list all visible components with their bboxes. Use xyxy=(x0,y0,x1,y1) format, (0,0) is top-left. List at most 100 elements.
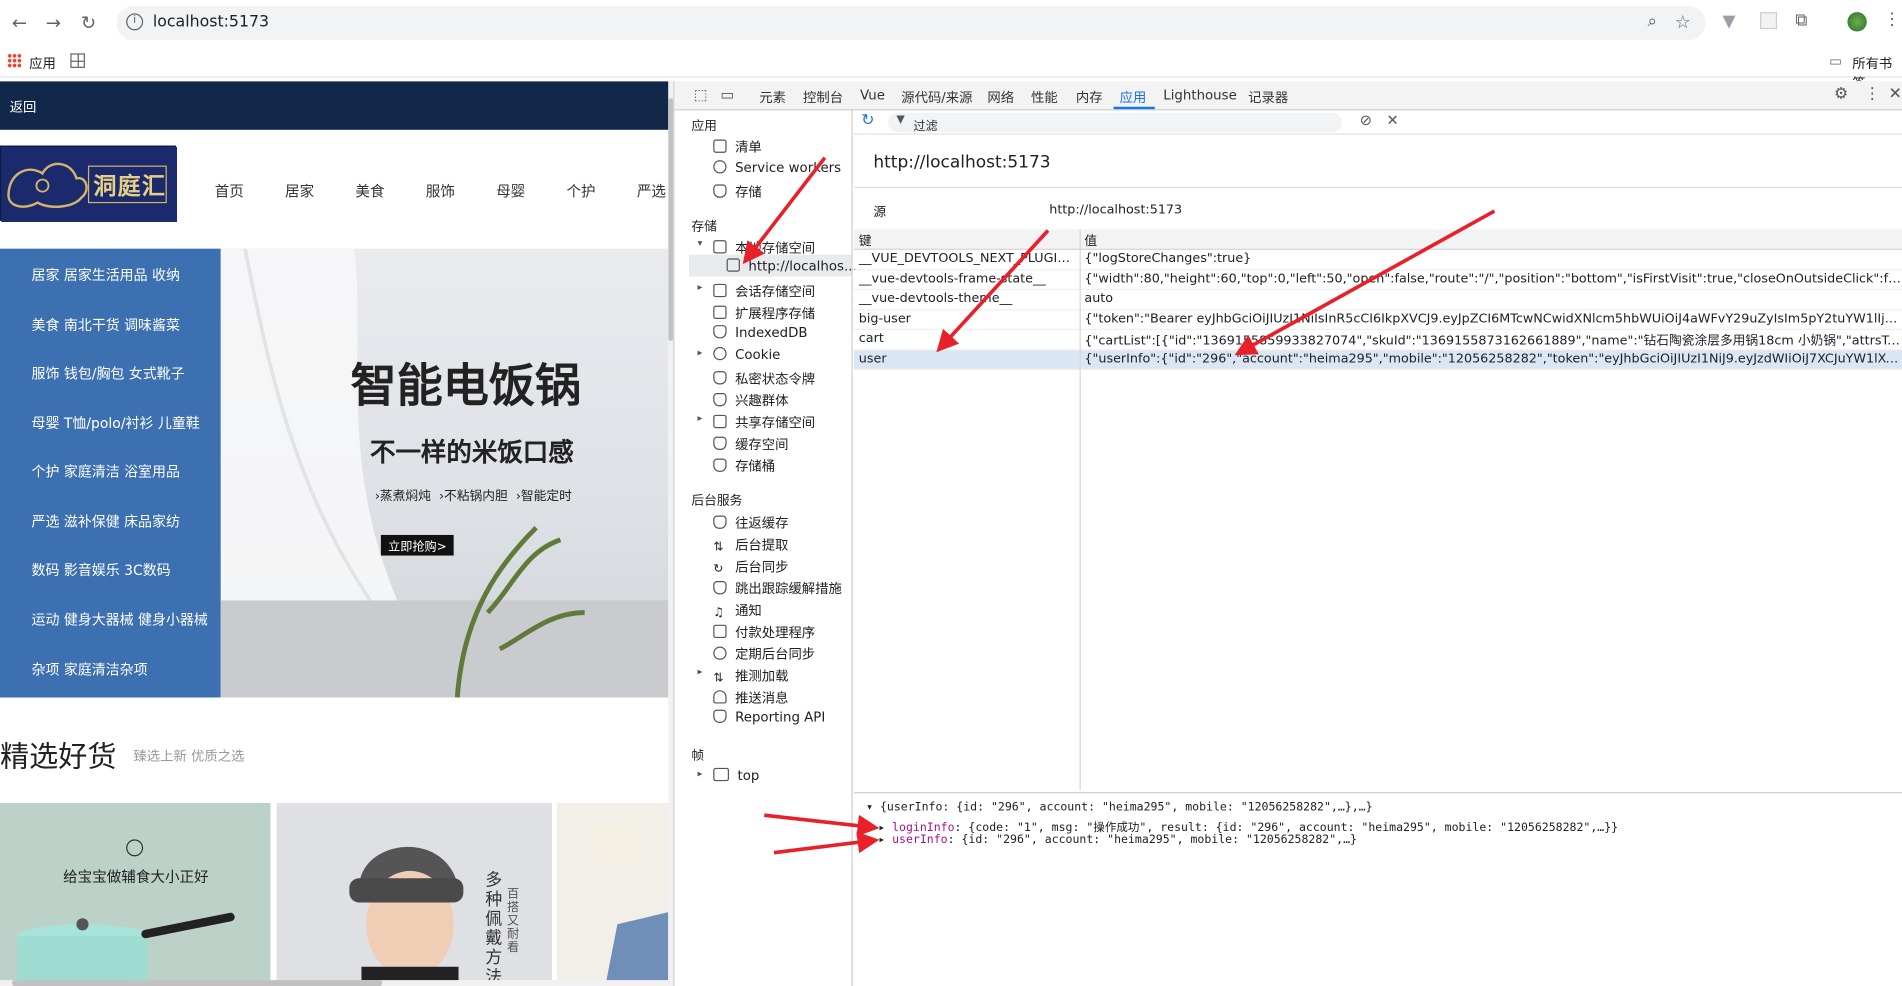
sidebar-item-bfcache[interactable]: 往返缓存 xyxy=(713,513,788,532)
sidebar-item-background-sync[interactable]: ↻ 后台同步 xyxy=(713,557,788,576)
expand-closed-icon[interactable]: ▸ xyxy=(697,666,702,677)
extension-icon-2[interactable] xyxy=(1760,12,1778,30)
sidebar-item-extension-storage[interactable]: 扩展程序存储 xyxy=(713,303,815,322)
category-item[interactable]: 居家 居家生活用品 收纳 xyxy=(32,266,180,285)
product-card[interactable]: 多种佩戴方法 百搭又耐看 xyxy=(276,803,552,986)
sidebar-item-speculative-loads[interactable]: ⇅ 推测加载 xyxy=(713,666,788,685)
sidebar-item-storage[interactable]: 存储 xyxy=(713,182,762,201)
bookmark-star-icon[interactable]: ☆ xyxy=(1675,11,1691,33)
sidebar-item-service-workers[interactable]: Service workers xyxy=(713,160,841,176)
sidebar-item-background-fetch[interactable]: ⇅ 后台提取 xyxy=(713,535,788,554)
category-item[interactable]: 服饰 钱包/胸包 女式靴子 xyxy=(32,364,185,383)
bookmark-apps[interactable]: 应用 xyxy=(29,53,56,72)
column-resizer[interactable] xyxy=(1079,229,1081,790)
clear-all-icon[interactable]: ⊘ xyxy=(1360,112,1372,129)
table-row[interactable]: __vue-devtools-frame-state__ {"width":80,… xyxy=(853,270,1902,290)
inspect-icon[interactable]: ⬚ xyxy=(694,86,708,103)
nav-select[interactable]: 严选 xyxy=(637,181,666,202)
site-logo[interactable]: 洞庭汇 xyxy=(0,145,178,222)
category-item[interactable]: 个护 家庭清洁 浴室用品 xyxy=(32,462,180,481)
expand-closed-icon[interactable]: ▸ xyxy=(697,412,702,423)
category-item[interactable]: 杂项 家庭清洁杂项 xyxy=(32,660,148,679)
sidebar-item-bounce-tracking[interactable]: 跳出跟踪缓解措施 xyxy=(713,579,842,598)
nav-home[interactable]: 首页 xyxy=(215,181,244,202)
preview-userinfo-line[interactable]: ▸ userInfo: {id: "296", account: "heima2… xyxy=(878,833,1357,846)
expand-open-icon[interactable]: ▾ xyxy=(697,238,702,249)
sidebar-item-shared-storage[interactable]: 共享存储空间 xyxy=(713,412,815,431)
expand-closed-icon[interactable]: ▸ xyxy=(697,768,702,779)
sidebar-item-storage-buckets[interactable]: 存储桶 xyxy=(713,456,775,475)
table-row[interactable]: cart {"cartList":[{"id":"1369155859933827… xyxy=(853,330,1902,350)
sidebar-item-reporting-api[interactable]: Reporting API xyxy=(713,709,825,725)
sidebar-item-payment-handler[interactable]: 付款处理程序 xyxy=(713,622,815,641)
settings-gear-icon[interactable]: ⚙ xyxy=(1834,85,1848,103)
tab-application[interactable]: 应用 xyxy=(1120,87,1147,106)
table-row[interactable]: big-user {"token":"Bearer eyJhbGciOiJIUzI… xyxy=(853,310,1902,330)
table-row[interactable]: __vue-devtools-theme__ auto xyxy=(853,290,1902,310)
nav-baby[interactable]: 母婴 xyxy=(496,181,525,202)
site-info-icon[interactable]: i xyxy=(126,13,144,31)
sidebar-item-session-storage[interactable]: 会话存储空间 xyxy=(713,281,815,300)
column-header-key[interactable]: 键 xyxy=(859,232,872,250)
expand-closed-icon[interactable]: ▸ xyxy=(697,281,702,292)
tab-memory[interactable]: 内存 xyxy=(1076,87,1103,106)
tab-console[interactable]: 控制台 xyxy=(803,87,843,106)
extension-icon[interactable]: ▼ xyxy=(1722,12,1735,31)
tab-recorder[interactable]: 记录器 xyxy=(1248,87,1288,106)
sidebar-item-cookie[interactable]: Cookie xyxy=(713,346,780,363)
reload-icon[interactable]: ↻ xyxy=(76,11,100,35)
product-card[interactable] xyxy=(556,803,669,986)
sidebar-item-indexeddb[interactable]: IndexedDB xyxy=(713,325,808,341)
tab-performance[interactable]: 性能 xyxy=(1031,87,1058,106)
sidebar-item-local-storage-origin[interactable]: http://localhos... xyxy=(688,254,857,277)
sidebar-item-frame-top[interactable]: top xyxy=(713,767,759,784)
banner-cta-button[interactable]: 立即抢购> xyxy=(380,534,455,556)
category-item[interactable]: 运动 健身大器械 健身小器械 xyxy=(32,610,208,629)
preview-root-line[interactable]: ▾ {userInfo: {id: "296", account: "heima… xyxy=(866,801,1372,814)
nav-care[interactable]: 个护 xyxy=(566,181,595,202)
expand-closed-icon[interactable]: ▸ xyxy=(697,347,702,358)
sidebar-item-interest-groups[interactable]: 兴趣群体 xyxy=(713,391,788,410)
sidebar-item-manifest[interactable]: 清单 xyxy=(713,137,762,156)
back-icon[interactable]: ← xyxy=(7,11,31,35)
tab-groups-icon[interactable] xyxy=(70,53,85,68)
sidebar-item-cache-storage[interactable]: 缓存空间 xyxy=(713,434,788,453)
more-options-icon[interactable]: ⋮ xyxy=(1864,85,1880,103)
close-devtools-icon[interactable]: ✕ xyxy=(1889,85,1902,103)
table-row[interactable]: __VUE_DEVTOOLS_NEXT_PLUGIN_S... {"logStor… xyxy=(853,250,1902,270)
table-row-selected[interactable]: user {"userInfo":{"id":"296","account":"h… xyxy=(853,349,1902,370)
address-bar[interactable]: i localhost:5173 ⌕ ☆ xyxy=(116,6,1706,41)
tab-vue[interactable]: Vue xyxy=(860,87,885,103)
nav-home-goods[interactable]: 居家 xyxy=(285,181,314,202)
menu-icon[interactable]: ⋮ xyxy=(1884,10,1901,29)
category-item[interactable]: 母婴 T恤/polo/衬衫 儿童鞋 xyxy=(32,414,200,433)
extensions-puzzle-icon[interactable]: ⧉ xyxy=(1795,11,1807,30)
category-item[interactable]: 严选 滋补保健 床品家纺 xyxy=(32,512,180,531)
preview-logininfo-line[interactable]: ▸ loginInfo: {code: "1", msg: "操作成功", re… xyxy=(878,818,1618,834)
sidebar-item-private-state-tokens[interactable]: 私密状态令牌 xyxy=(713,369,815,388)
nav-clothing[interactable]: 服饰 xyxy=(426,181,455,202)
hero-banner[interactable]: 智能电饭锅 不一样的米饭口感 ›蒸煮焖炖 ›不粘锅内胆 ›智能定时 立即抢购> xyxy=(220,248,669,698)
sidebar-item-notifications[interactable]: ♫ 通知 xyxy=(713,600,762,620)
filter-input[interactable]: ▼ 过滤 xyxy=(887,112,1342,133)
category-item[interactable]: 数码 影音娱乐 3C数码 xyxy=(32,560,171,579)
h-scrollbar-thumb[interactable] xyxy=(12,980,383,986)
apps-grid-icon[interactable] xyxy=(7,53,22,68)
device-toolbar-icon[interactable]: ▭ xyxy=(721,86,735,103)
column-header-value[interactable]: 值 xyxy=(1084,232,1097,250)
tab-network[interactable]: 网络 xyxy=(987,87,1014,106)
tab-elements[interactable]: 元素 xyxy=(759,87,786,106)
tab-sources[interactable]: 源代码/来源 xyxy=(901,87,972,106)
zoom-icon[interactable]: ⌕ xyxy=(1647,12,1657,31)
nav-food[interactable]: 美食 xyxy=(355,181,384,202)
back-link[interactable]: 返回 xyxy=(10,97,37,116)
page-h-scrollbar[interactable] xyxy=(0,980,669,986)
refresh-icon[interactable]: ↻ xyxy=(861,112,874,130)
category-item[interactable]: 美食 南北干货 调味酱菜 xyxy=(32,315,180,334)
delete-selected-icon[interactable]: ✕ xyxy=(1386,112,1398,129)
avatar[interactable] xyxy=(1847,12,1867,32)
sidebar-item-push-messaging[interactable]: 推送消息 xyxy=(713,688,788,707)
product-card[interactable]: 给宝宝做辅食大小正好 xyxy=(0,803,271,986)
sidebar-item-periodic-sync[interactable]: 定期后台同步 xyxy=(713,644,815,663)
tab-lighthouse[interactable]: Lighthouse xyxy=(1163,87,1237,103)
